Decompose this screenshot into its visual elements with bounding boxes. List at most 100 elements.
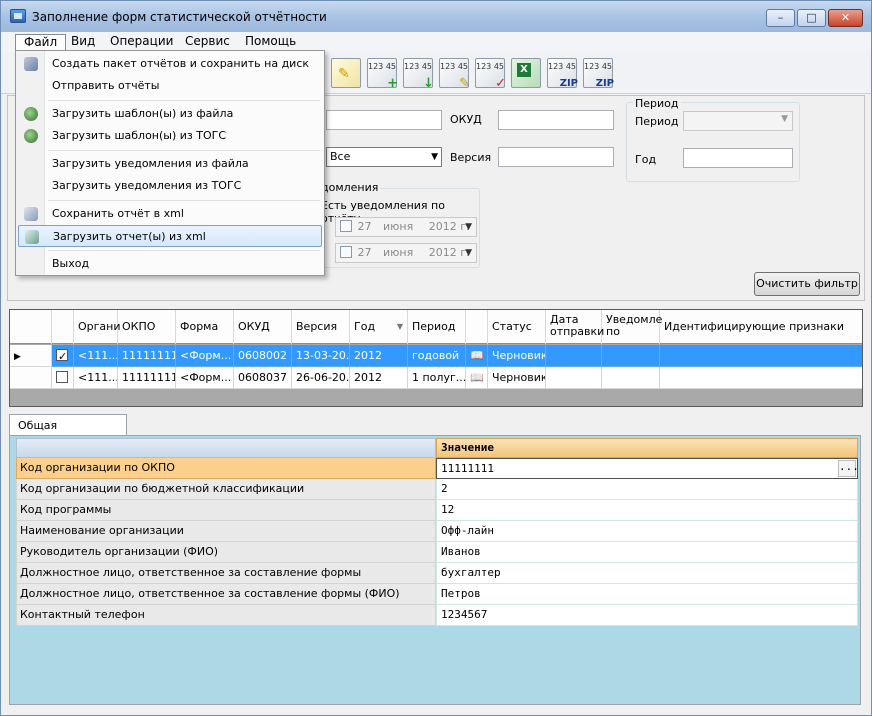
property-value[interactable]: 2 [436,479,858,500]
date-from-checkbox[interactable] [340,220,352,232]
cell-year[interactable]: 2012 [350,367,408,389]
cell-period[interactable]: 1 полуг... [408,367,466,389]
table-row[interactable]: ▶ <111... 11111111 <Форм... 0608002 13-0… [10,345,862,367]
cell-status[interactable]: Черновик [488,367,546,389]
date-from-picker[interactable]: 27 июня 2012 г. ▼ [335,217,477,237]
property-row[interactable]: Должностное лицо, ответственное за соста… [16,584,858,605]
check-column-header[interactable] [52,310,74,344]
property-row[interactable]: Руководитель организации (ФИО) Иванов [16,542,858,563]
cell-notifications[interactable] [602,345,660,367]
row-indicator[interactable] [10,367,52,389]
ellipsis-button[interactable]: ... [838,460,859,477]
menu-item-create-package[interactable]: Создать пакет отчётов и сохранить на дис… [18,53,322,75]
column-header-org[interactable]: Органи [74,310,121,344]
menu-item-exit[interactable]: Выход [18,253,322,275]
column-header-okud[interactable]: ОКУД [234,310,292,344]
edit-report-icon[interactable]: ✎ [331,58,361,88]
property-value[interactable]: 1234567 [436,605,858,626]
menu-help[interactable]: Помощь [237,34,304,51]
cell-icon[interactable]: 📖 [466,345,488,367]
cell-version[interactable]: 13-03-20... [292,345,350,367]
column-header-notifications[interactable]: Уведомле по [602,310,662,344]
cell-org[interactable]: <111... [74,367,118,389]
property-row[interactable]: Должностное лицо, ответственное за соста… [16,563,858,599]
cell-form[interactable]: <Форм... [176,345,234,367]
property-value[interactable]: Петров [436,584,858,605]
cell-icon[interactable]: 📖 [466,367,488,389]
property-value[interactable]: 11111111 ... [436,458,859,479]
column-header-form[interactable]: Форма [176,310,234,344]
row-checkbox-cell[interactable] [52,367,74,389]
close-button[interactable]: ✕ [828,9,863,27]
property-value[interactable]: 12 [436,500,858,521]
cell-status[interactable]: Черновик [488,345,546,367]
column-header-sent-date[interactable]: Дата отправки [546,310,604,344]
cell-identifiers[interactable] [660,345,862,367]
title-bar[interactable]: Заполнение форм статистической отчётност… [1,1,871,32]
property-row[interactable]: Контактный телефон 1234567 [16,605,858,626]
tab-general-info[interactable]: Общая информация [9,414,127,453]
check-report-icon[interactable]: 123 45 ✓ [475,58,506,90]
column-header-status[interactable]: Статус [488,310,546,344]
menu-item-save-xml[interactable]: Сохранить отчёт в xml [18,203,322,225]
menu-view[interactable]: Вид [63,34,103,51]
cell-form[interactable]: <Форм... [176,367,234,389]
date-to-checkbox[interactable] [340,246,352,258]
menu-service[interactable]: Сервис [177,34,238,51]
property-value[interactable]: бухгалтер [436,563,858,584]
property-row[interactable]: Наименование организации Офф-лайн [16,521,858,542]
column-header-period[interactable]: Период [408,310,466,344]
cell-year[interactable]: 2012 [350,345,408,367]
okud-input[interactable] [498,110,614,130]
table-row[interactable]: <111... 11111111 <Форм... 0608037 26-06-… [10,367,862,389]
cell-okud[interactable]: 0608037 [234,367,292,389]
column-header-version[interactable]: Версия [292,310,350,344]
menu-item-load-template-togs[interactable]: Загрузить шаблон(ы) из ТОГС [18,125,322,147]
menu-operations[interactable]: Операции [102,34,181,51]
version-input[interactable] [498,147,614,167]
menu-item-send-reports[interactable]: Отправить отчёты [18,75,322,97]
clear-filter-button[interactable]: Очистить фильтр [754,272,860,296]
property-row[interactable]: Код организации по бюджетной классификац… [16,479,858,500]
column-header-identifiers[interactable]: Идентифицирующие признаки [660,310,862,344]
property-row[interactable]: Код программы 12 [16,500,858,521]
menu-file[interactable]: Файл [15,34,67,51]
cell-identifiers[interactable] [660,367,862,389]
row-checkbox[interactable] [56,346,68,366]
sign-report-icon[interactable]: 123 45 ✎ [439,58,470,90]
cell-okpo[interactable]: 11111111 [118,367,176,389]
column-header-icon[interactable] [466,310,488,344]
cell-notifications[interactable] [602,367,660,389]
period-select[interactable]: ▼ [683,111,793,131]
cell-okud[interactable]: 0608002 [234,345,292,367]
row-checkbox-cell[interactable] [52,345,74,367]
column-header-year[interactable]: Год ▼ [350,310,408,344]
row-checkbox[interactable] [56,371,68,383]
status-select[interactable]: Все ▼ [326,147,442,167]
menu-item-load-xml[interactable]: Загрузить отчет(ы) из xml [18,225,322,247]
menu-item-load-notifications-togs[interactable]: Загрузить уведомления из ТОГС [18,175,322,197]
date-to-picker[interactable]: 27 июня 2012 г. ▼ [335,243,477,263]
import-report-icon[interactable]: 123 45 ↓ [403,58,434,90]
maximize-button[interactable]: □ [797,9,826,27]
menu-item-load-notifications-file[interactable]: Загрузить уведомления из файла [18,153,322,175]
cell-period[interactable]: годовой [408,345,466,367]
column-header-okpo[interactable]: ОКПО [118,310,176,344]
cell-org[interactable]: <111... [74,345,118,367]
cell-version[interactable]: 26-06-20... [292,367,350,389]
minimize-button[interactable]: – [766,9,795,27]
add-report-icon[interactable]: 123 45 + [367,58,398,90]
property-value[interactable]: Офф-лайн [436,521,858,542]
cell-sent-date[interactable] [546,367,602,389]
row-indicator[interactable]: ▶ [10,345,52,367]
property-value[interactable]: Иванов [436,542,858,563]
organization-filter-input[interactable] [326,110,442,130]
year-input[interactable] [683,148,793,168]
excel-export-icon[interactable]: X [511,58,541,88]
menu-item-load-template-file[interactable]: Загрузить шаблон(ы) из файла [18,103,322,125]
zip-pack-icon[interactable]: 123 45 ZIP [547,58,578,89]
cell-sent-date[interactable] [546,345,602,367]
cell-okpo[interactable]: 11111111 [118,345,176,367]
zip-send-icon[interactable]: 123 45 ZIP [583,58,614,89]
property-row[interactable]: Код организации по ОКПО 11111111 ... [16,458,859,479]
